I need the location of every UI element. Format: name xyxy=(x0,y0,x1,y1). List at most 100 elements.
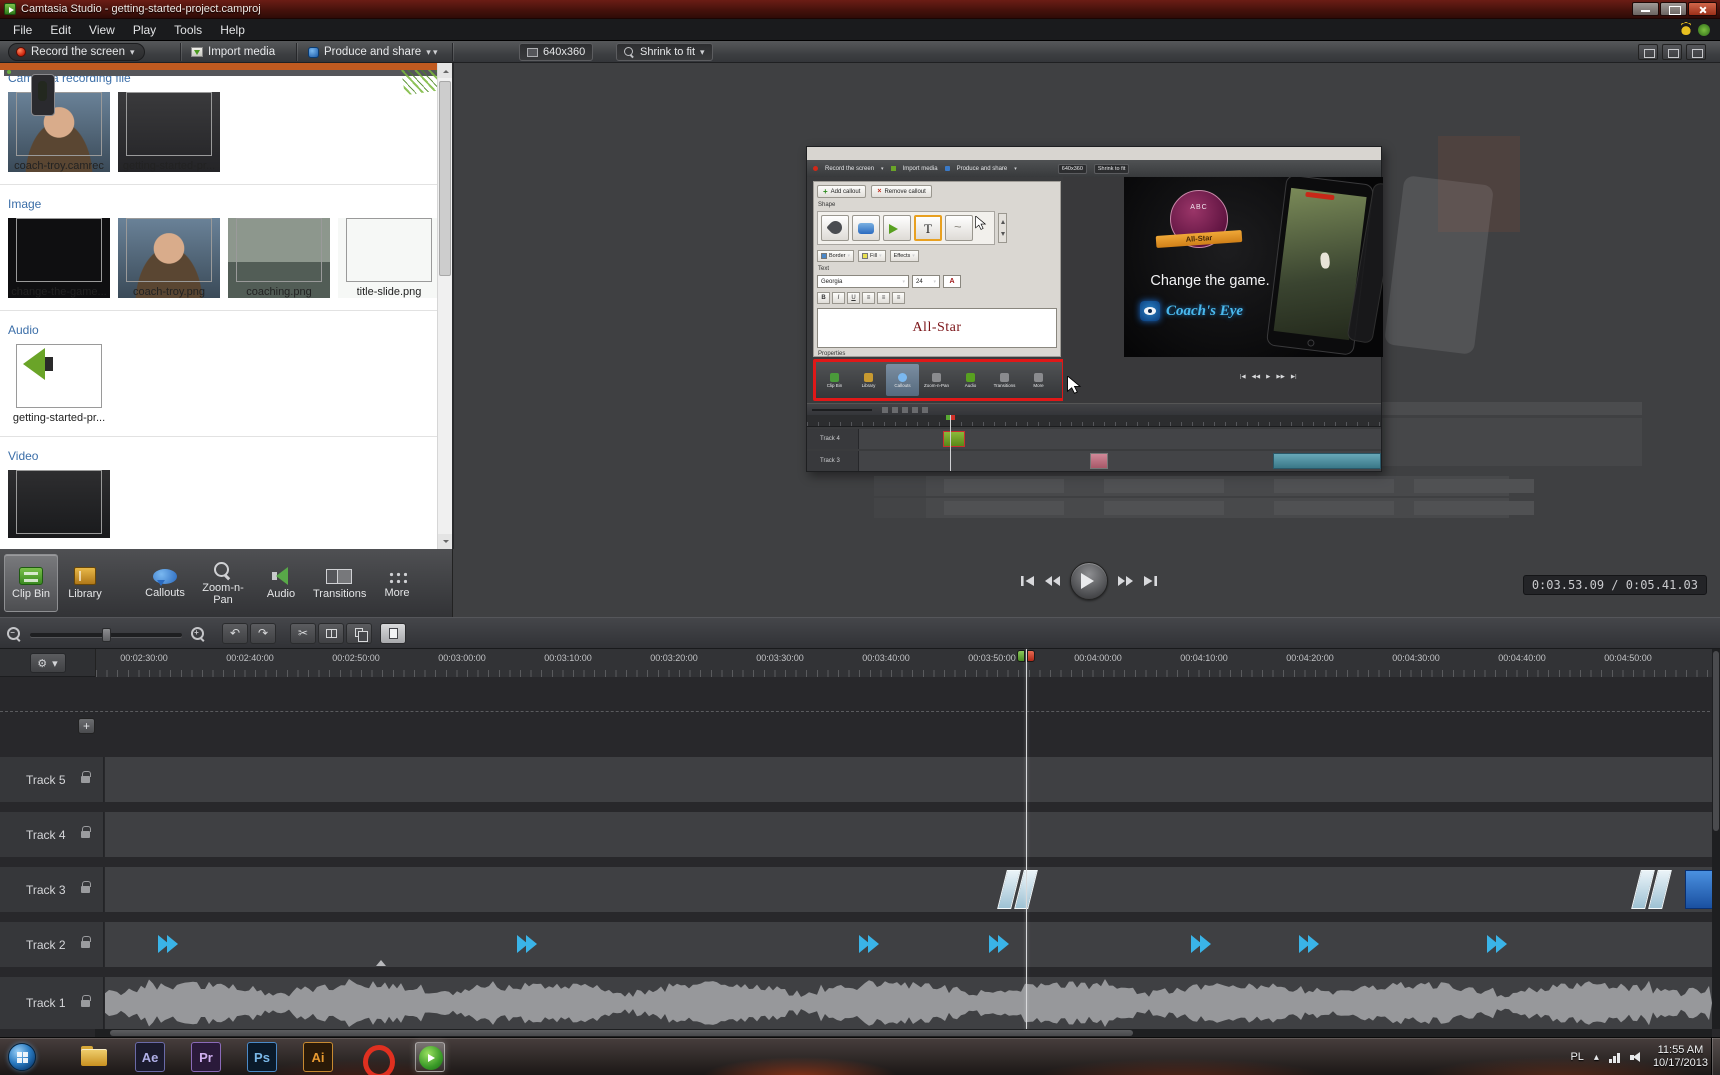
clip-item-coaching-png[interactable]: coaching.png xyxy=(228,218,330,298)
menu-item-tools[interactable]: Tools xyxy=(165,20,211,40)
callout-clip-marker[interactable] xyxy=(1487,935,1508,953)
taskbar-app-photoshop[interactable]: Ps xyxy=(247,1042,277,1072)
taskbar-app-explorer[interactable] xyxy=(79,1042,109,1072)
callout-clip-marker[interactable] xyxy=(517,935,538,953)
callout-clip-marker[interactable] xyxy=(1299,935,1320,953)
taskbar-app-opera[interactable]: O xyxy=(359,1042,395,1075)
record-the-screen-button[interactable]: Record the screen xyxy=(8,43,145,61)
scrollbar-thumb[interactable] xyxy=(110,1030,1133,1036)
tab-zoom-n-pan[interactable]: Zoom-n-Pan xyxy=(192,554,254,612)
taskbar-app-camtasia[interactable] xyxy=(415,1042,445,1072)
timeline-hscrollbar[interactable] xyxy=(95,1029,1712,1037)
tab-library[interactable]: Library xyxy=(58,554,112,612)
clip-item-coach-troy-png[interactable]: coach-troy.png xyxy=(118,218,220,298)
rewind-button[interactable] xyxy=(1044,575,1061,587)
taskbar-app-illustrator[interactable]: Ai xyxy=(303,1042,333,1072)
callout-clip-marker[interactable] xyxy=(158,935,179,953)
lock-icon[interactable] xyxy=(81,826,91,838)
taskbar-app-premiere[interactable]: Pr xyxy=(191,1042,221,1072)
produce-and-share-button[interactable]: Produce and share xyxy=(308,43,431,61)
maximize-button[interactable] xyxy=(1660,2,1687,16)
undo-button[interactable] xyxy=(222,623,248,644)
clip-item-getting-started-pr[interactable]: getting-started-pr... xyxy=(8,344,110,424)
clip-bin-scrollbar[interactable] xyxy=(437,63,452,549)
lock-icon[interactable] xyxy=(81,936,91,948)
minimize-button[interactable] xyxy=(1632,2,1659,16)
split-button[interactable] xyxy=(318,623,344,644)
scroll-up-icon[interactable] xyxy=(438,63,452,78)
zoom-out-button[interactable]: − xyxy=(6,626,22,642)
zoom-slider-thumb[interactable] xyxy=(102,628,111,642)
ruler-timestamp-00-04-40-00: 00:04:40:00 xyxy=(1498,653,1546,663)
show-desktop-button[interactable] xyxy=(1711,1038,1720,1075)
close-button[interactable] xyxy=(1688,2,1717,16)
tab-audio[interactable]: Audio xyxy=(254,554,308,612)
clip-item-getting-started-pr[interactable]: getting-started-pr... xyxy=(118,92,220,172)
menu-item-view[interactable]: View xyxy=(80,20,124,40)
clip-item-change-the-game[interactable]: change-the-game... xyxy=(8,218,110,298)
network-icon[interactable] xyxy=(1608,1052,1620,1063)
play-button[interactable] xyxy=(1070,562,1108,600)
add-track-button[interactable] xyxy=(78,718,95,734)
track-4-body[interactable] xyxy=(105,812,1712,857)
language-indicator[interactable]: PL xyxy=(1570,1051,1583,1063)
playhead-out-handle[interactable] xyxy=(1027,650,1035,662)
menu-item-edit[interactable]: Edit xyxy=(41,20,80,40)
fast-forward-button[interactable] xyxy=(1117,575,1134,587)
callout-clip-marker[interactable] xyxy=(1191,935,1212,953)
menu-item-help[interactable]: Help xyxy=(211,20,254,40)
tab-more[interactable]: More xyxy=(370,554,424,612)
paste-button[interactable] xyxy=(380,623,406,644)
tab-callouts[interactable]: Callouts xyxy=(138,554,192,612)
clip-item[interactable] xyxy=(8,470,110,538)
track-5-body[interactable] xyxy=(105,757,1712,802)
lock-icon[interactable] xyxy=(81,881,91,893)
track-2-body[interactable] xyxy=(105,922,1712,967)
timeline-zoom-slider[interactable] xyxy=(30,628,182,642)
video-preview-canvas[interactable]: Record the screen Import media Produce a… xyxy=(806,146,1383,472)
shrink-to-fit-button[interactable]: Shrink to fit xyxy=(616,43,713,61)
import-media-button[interactable]: Import media xyxy=(191,43,275,61)
scroll-down-icon[interactable] xyxy=(438,534,452,549)
clip-item-coach-troy-camrec[interactable]: coach-troy.camrec xyxy=(8,92,110,172)
timeline-settings-gear-button[interactable] xyxy=(30,653,66,673)
produce-options-dropdown[interactable] xyxy=(433,43,438,61)
fullscreen-preview-button[interactable] xyxy=(1686,44,1706,60)
zoom-in-button[interactable]: + xyxy=(190,626,206,642)
paw-icon[interactable] xyxy=(1680,23,1692,35)
playhead-in-handle[interactable] xyxy=(1017,650,1025,662)
timeline-ruler[interactable]: 00:02:30:00 00:02:40:00 00:02:50:00 00:03:0… xyxy=(95,649,1712,677)
tab-transitions[interactable]: Transitions xyxy=(308,554,370,612)
taskbar-app-after-effects[interactable]: Ae xyxy=(135,1042,165,1072)
timeline-vscrollbar[interactable] xyxy=(1712,649,1720,1029)
timeline-marker[interactable] xyxy=(376,960,386,966)
start-button[interactable] xyxy=(8,1043,36,1071)
copy-button[interactable] xyxy=(346,623,372,644)
menu-item-file[interactable]: File xyxy=(4,20,41,40)
cut-button[interactable] xyxy=(290,623,316,644)
preview-dimensions-button[interactable]: 640x360 xyxy=(519,43,594,61)
plant-icon[interactable] xyxy=(1698,24,1710,36)
clip-item-title-slide-png[interactable]: title-slide.png xyxy=(338,218,440,298)
redo-button[interactable] xyxy=(250,623,276,644)
scrollbar-thumb[interactable] xyxy=(439,81,451,276)
track-3-body[interactable] xyxy=(105,867,1719,912)
scrollbar-thumb[interactable] xyxy=(1713,651,1719,831)
callout-clip-marker[interactable] xyxy=(989,935,1010,953)
lock-icon[interactable] xyxy=(81,994,91,1007)
expand-preview-button[interactable] xyxy=(1662,44,1682,60)
tab-clip-bin[interactable]: Clip Bin xyxy=(4,554,58,612)
clock[interactable]: 11:55 AM 10/17/2013 xyxy=(1653,1044,1708,1070)
go-to-start-button[interactable] xyxy=(1020,575,1035,587)
detach-preview-button[interactable] xyxy=(1638,44,1658,60)
show-hidden-icons-icon[interactable] xyxy=(1594,1051,1599,1063)
go-to-end-button[interactable] xyxy=(1143,575,1158,587)
volume-icon[interactable] xyxy=(1629,1051,1643,1063)
lock-icon[interactable] xyxy=(81,771,91,783)
menu-item-play[interactable]: Play xyxy=(124,20,165,40)
transition-clip[interactable] xyxy=(1000,870,1036,909)
transition-clip[interactable] xyxy=(1634,870,1670,909)
track-1-body[interactable] xyxy=(105,977,1712,1029)
callout-clip-marker[interactable] xyxy=(859,935,880,953)
playhead[interactable] xyxy=(1026,649,1027,1029)
